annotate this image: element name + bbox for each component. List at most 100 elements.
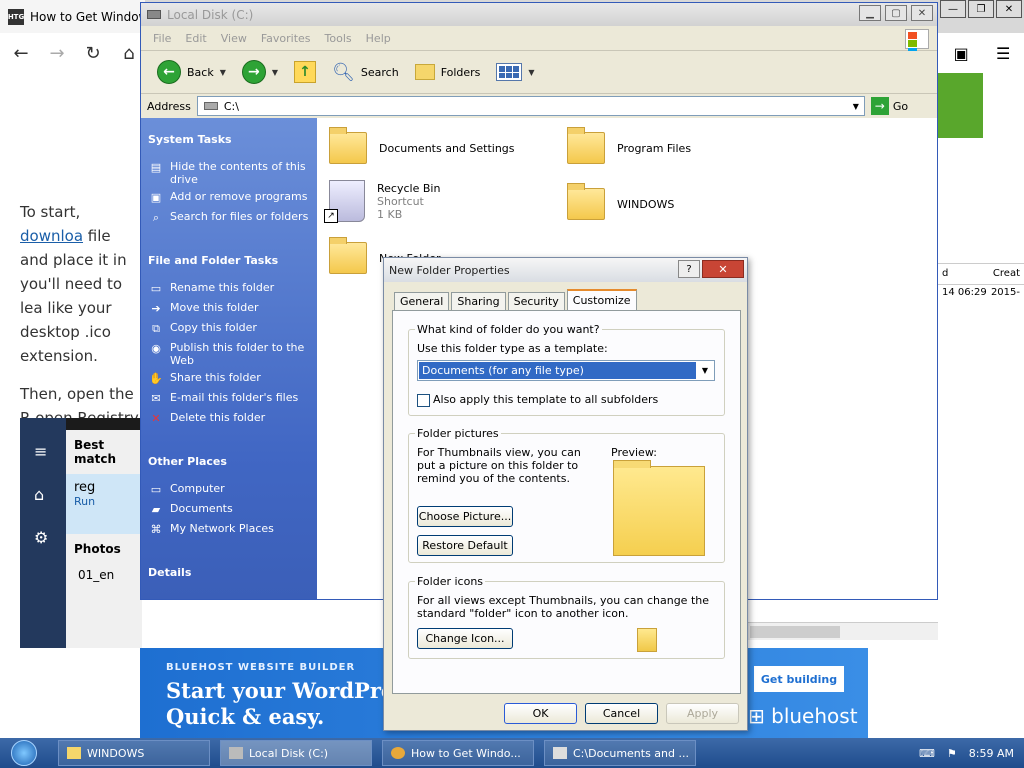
search-result-title: reg: [74, 480, 96, 495]
task-label: Move this folder: [170, 301, 259, 314]
chevron-down-icon[interactable]: ▼: [697, 362, 713, 379]
file-name: Documents and Settings: [379, 141, 515, 155]
menu-view[interactable]: View: [221, 32, 247, 45]
scroll-thumb[interactable]: [750, 626, 840, 638]
folders-button[interactable]: Folders: [409, 56, 487, 88]
apply-subfolders-checkbox[interactable]: [417, 394, 430, 407]
menu-help[interactable]: Help: [366, 32, 391, 45]
preview-label: Preview:: [611, 446, 657, 459]
windows-logo-icon: [905, 29, 929, 63]
task-label: Publish this folder to the Web: [170, 341, 305, 367]
column-1: d: [942, 268, 949, 279]
settings-gear-icon: ⚙: [34, 528, 49, 547]
folder-tasks-heading[interactable]: File and Folder Tasks: [148, 254, 278, 267]
network-icon[interactable]: ⚑: [947, 747, 957, 760]
menu-favorites[interactable]: Favorites: [261, 32, 311, 45]
place-label: My Network Places: [170, 522, 274, 535]
restore-default-button[interactable]: Restore Default: [417, 535, 513, 556]
download-link[interactable]: downloa: [20, 227, 83, 245]
pictures-description: For Thumbnails view, you can put a pictu…: [417, 446, 581, 485]
back-arrow-icon[interactable]: ←: [8, 43, 34, 64]
back-button[interactable]: ← Back ▼: [151, 56, 232, 88]
ad-headline-2: Quick & easy.: [166, 704, 325, 729]
explorer-window-controls: ▁ ▢ ✕: [859, 5, 933, 21]
taskbar-item-documents[interactable]: C:\Documents and ...: [544, 740, 696, 766]
tab-customize[interactable]: Customize: [566, 289, 637, 310]
task-label: Copy this folder: [170, 321, 257, 334]
address-label: Address: [147, 99, 191, 113]
start-button[interactable]: [0, 738, 48, 768]
task-search-files[interactable]: ⌕ Search for files or folders: [148, 210, 313, 225]
task-copy[interactable]: ⧉ Copy this folder: [148, 321, 313, 336]
cancel-button[interactable]: Cancel: [585, 703, 658, 724]
horizontal-scrollbar[interactable]: [745, 622, 938, 640]
maximize-button[interactable]: ▢: [885, 5, 907, 21]
task-move[interactable]: ➔ Move this folder: [148, 301, 313, 316]
file-item[interactable]: ↗ Recycle Bin Shortcut 1 KB: [324, 180, 440, 223]
close-icon[interactable]: ✕: [996, 0, 1022, 18]
task-share[interactable]: ✋ Share this folder: [148, 371, 313, 386]
task-rename[interactable]: ▭ Rename this folder: [148, 281, 313, 296]
choose-picture-button[interactable]: Choose Picture...: [417, 506, 513, 527]
folder-pictures-group: Folder pictures For Thumbnails view, you…: [408, 427, 725, 563]
tab-general[interactable]: General: [394, 292, 450, 310]
reader-view-icon[interactable]: ▣: [954, 44, 969, 63]
search-result-sub: Run: [74, 495, 96, 508]
menu-file[interactable]: File: [153, 32, 171, 45]
chevron-down-icon[interactable]: ▼: [220, 68, 226, 77]
forward-arrow-icon[interactable]: →: [44, 43, 70, 64]
chevron-down-icon[interactable]: ▼: [848, 97, 864, 115]
dialog-title: New Folder Properties: [389, 263, 510, 277]
help-button[interactable]: ?: [678, 260, 700, 278]
change-icon-button[interactable]: Change Icon...: [417, 628, 513, 649]
template-select[interactable]: Documents (for any file type) ▼: [417, 360, 715, 381]
reload-icon[interactable]: ↻: [80, 43, 106, 64]
views-button[interactable]: ▼: [490, 56, 540, 88]
file-item[interactable]: Program Files: [567, 127, 691, 164]
address-input[interactable]: C:\ ▼: [196, 96, 865, 116]
get-building-button[interactable]: Get building: [754, 666, 844, 692]
place-network[interactable]: ⌘ My Network Places: [148, 522, 313, 537]
tab-security[interactable]: Security: [507, 292, 565, 310]
chevron-down-icon[interactable]: ▼: [272, 68, 278, 77]
ok-button[interactable]: OK: [504, 703, 577, 724]
system-tasks-heading[interactable]: System Tasks: [148, 133, 232, 146]
taskbar-item-local-disk[interactable]: Local Disk (C:): [220, 740, 372, 766]
column-2: Creat: [992, 268, 1020, 279]
keyboard-icon[interactable]: ⌨: [919, 747, 935, 760]
delete-icon: ✕: [151, 412, 161, 425]
forward-button[interactable]: → ▼: [236, 56, 284, 88]
details-heading[interactable]: Details: [148, 566, 191, 579]
tab-sharing[interactable]: Sharing: [451, 292, 506, 310]
task-email[interactable]: ✉ E-mail this folder's files: [148, 391, 313, 406]
task-hide-contents[interactable]: ▤ Hide the contents of this drive: [148, 160, 313, 186]
dialog-close-button[interactable]: ✕: [702, 260, 744, 278]
clock[interactable]: 8:59 AM: [969, 747, 1014, 760]
search-button[interactable]: 🔍︎ Search: [326, 56, 405, 88]
task-publish[interactable]: ◉ Publish this folder to the Web: [148, 341, 313, 367]
place-documents[interactable]: ▰ Documents: [148, 502, 313, 517]
taskbar-item-browser[interactable]: How to Get Windo...: [382, 740, 534, 766]
taskbar-item-windows[interactable]: WINDOWS: [58, 740, 210, 766]
home-icon[interactable]: ⌂: [116, 43, 142, 64]
task-delete[interactable]: ✕ Delete this folder: [148, 411, 313, 426]
place-computer[interactable]: ▭ Computer: [148, 482, 313, 497]
menu-icon[interactable]: ☰: [996, 44, 1010, 63]
close-button[interactable]: ✕: [911, 5, 933, 21]
explorer-titlebar[interactable]: Local Disk (C:): [141, 3, 937, 26]
other-places-heading[interactable]: Other Places: [148, 455, 227, 468]
restore-icon[interactable]: ❐: [968, 0, 994, 18]
browser-tab[interactable]: HTG How to Get Windows: [0, 0, 145, 33]
address-bar: Address C:\ ▼ → Go: [141, 93, 937, 118]
up-folder-button[interactable]: ↑: [288, 56, 322, 88]
menu-edit[interactable]: Edit: [185, 32, 206, 45]
apply-button[interactable]: Apply: [666, 703, 739, 724]
file-item[interactable]: WINDOWS: [567, 183, 674, 220]
go-button[interactable]: → Go: [870, 97, 908, 115]
file-item[interactable]: Documents and Settings: [329, 127, 515, 164]
minimize-button[interactable]: ▁: [859, 5, 881, 21]
menu-tools[interactable]: Tools: [325, 32, 352, 45]
minimize-icon[interactable]: —: [940, 0, 966, 18]
folder-preview-image: [613, 460, 705, 556]
task-add-remove[interactable]: ▣ Add or remove programs: [148, 190, 313, 205]
